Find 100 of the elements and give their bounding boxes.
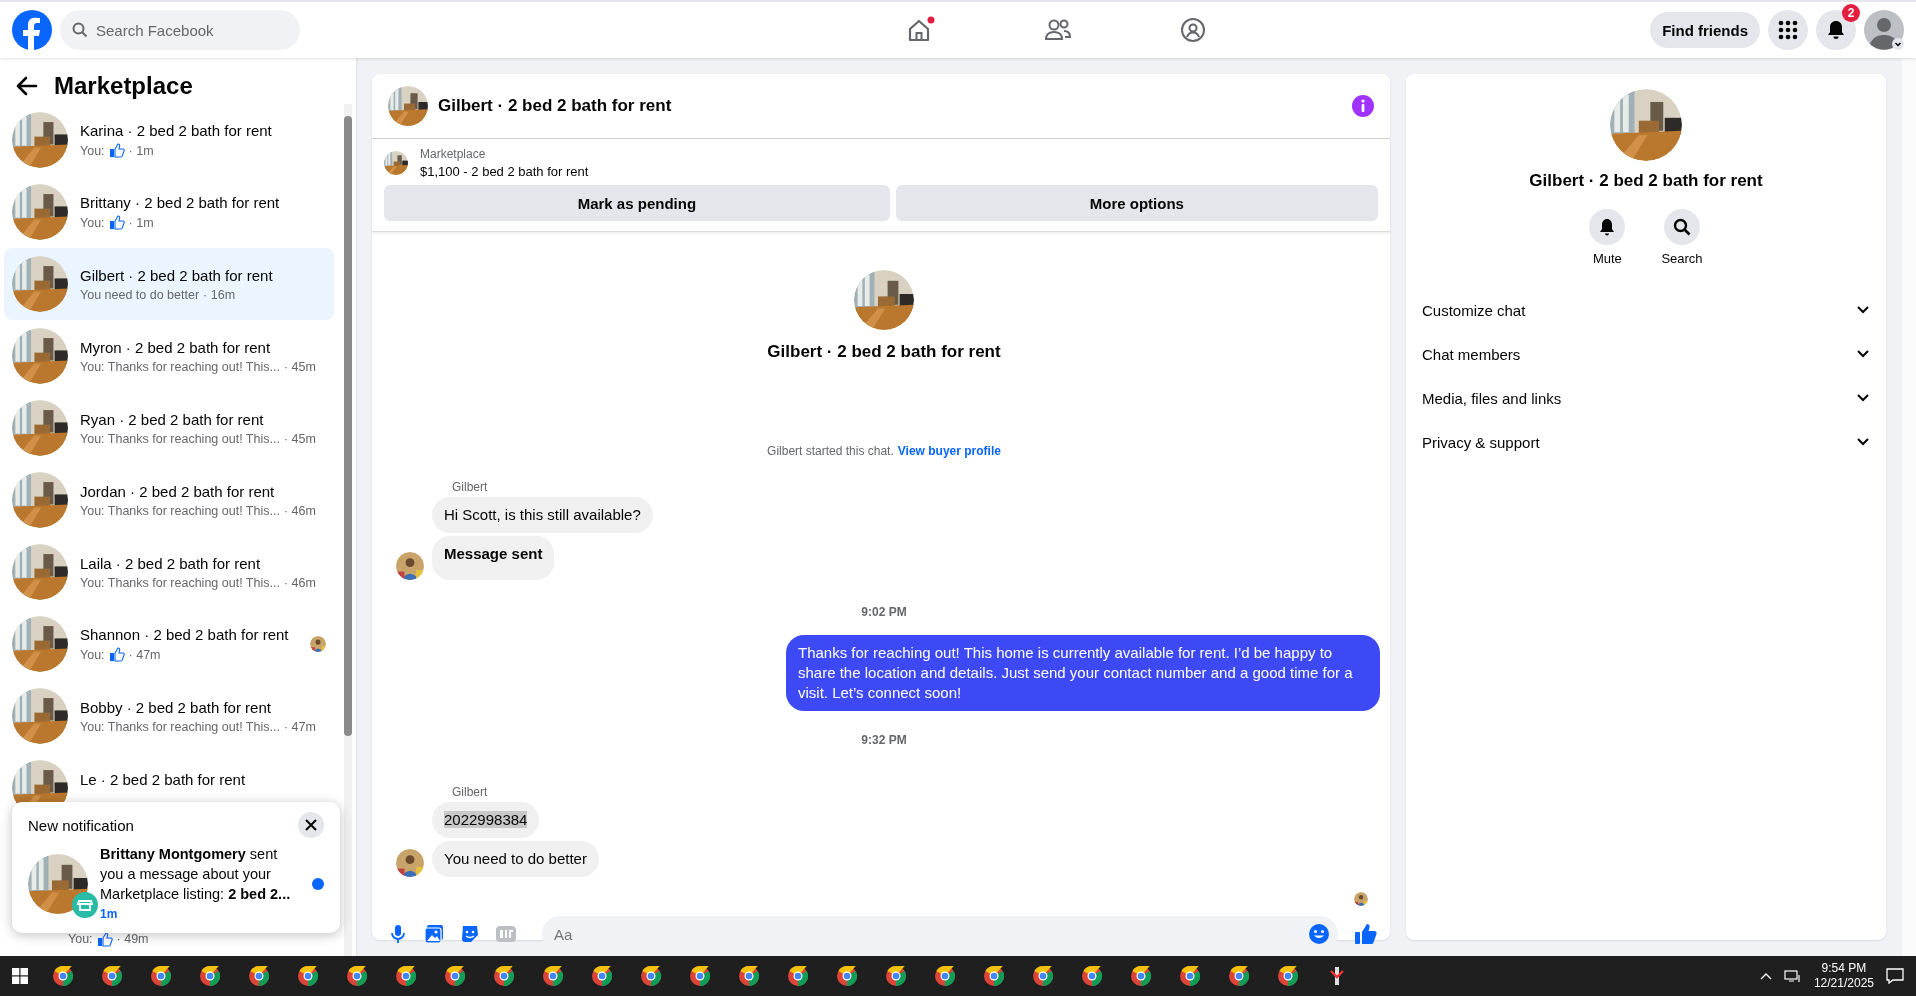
notification-card[interactable]: New notification Brittany Montgomery sent you a message about your Marketplace listing: 2 bed 2... 1m (12, 802, 340, 933)
message-preview: You: (80, 647, 105, 662)
notifications-button[interactable] (1816, 10, 1856, 50)
browser-icon[interactable] (297, 965, 319, 987)
menu-button[interactable] (1768, 10, 1808, 50)
message-preview: You: (80, 215, 105, 230)
notification-center-icon[interactable] (1886, 968, 1904, 984)
section-row[interactable]: Privacy & support (1422, 420, 1870, 464)
home-icon[interactable] (906, 16, 937, 44)
mute-button[interactable] (1589, 209, 1626, 245)
conversation-item[interactable]: Karina · 2 bed 2 bath for rent You: · 1m (4, 104, 334, 176)
conversation-name: Myron · 2 bed 2 bath for rent (80, 338, 272, 356)
section-row[interactable]: Media, files and links (1422, 376, 1870, 420)
browser-icon[interactable] (738, 965, 760, 987)
message-preview: You: Thanks for reaching out! This... (80, 359, 280, 374)
browser-icon[interactable] (640, 965, 662, 987)
close-icon (305, 819, 317, 831)
sticker-icon[interactable] (460, 924, 480, 944)
conversation-item[interactable]: Myron · 2 bed 2 bath for rent You: Thanks for reaching out! This... · 45m (4, 320, 334, 392)
chat-title: Gilbert · 2 bed 2 bath for rent (438, 96, 673, 116)
bell-icon (1826, 20, 1846, 40)
section-label: Chat members (1422, 345, 1521, 363)
back-arrow-icon[interactable] (16, 76, 38, 96)
conversation-item[interactable]: Shannon · 2 bed 2 bath for rent You: · 47m (4, 608, 334, 680)
clock-time: 9:54 PM (1821, 961, 1867, 976)
image-icon[interactable] (424, 924, 444, 944)
browser-icon[interactable] (787, 965, 809, 987)
listing-action-button[interactable]: More options (895, 185, 1378, 221)
caret-up-icon[interactable] (1759, 972, 1772, 980)
info-icon[interactable] (1352, 95, 1374, 117)
conversation-name: Jordan · 2 bed 2 bath for rent (80, 482, 276, 500)
profile-avatar-icon[interactable] (1864, 10, 1904, 50)
friends-icon[interactable] (1044, 17, 1073, 43)
browser-icon[interactable] (150, 965, 172, 987)
browser-icon[interactable] (101, 965, 123, 987)
browser-icon[interactable] (346, 965, 368, 987)
close-button[interactable] (298, 812, 324, 838)
conversation-item[interactable]: Ryan · 2 bed 2 bath for rent You: Thanks for reaching out! This... · 45m (4, 392, 334, 464)
thumbs-up-icon (108, 647, 125, 662)
browser-icon[interactable] (1081, 965, 1103, 987)
network-icon[interactable] (1783, 969, 1802, 983)
conversation-item[interactable]: Gilbert · 2 bed 2 bath for rent You need to do better · 16m (4, 248, 334, 320)
find-friends-button[interactable]: Find friends (1650, 12, 1760, 48)
message-time: · 49m (116, 932, 149, 946)
thumbs-up-icon[interactable] (1354, 923, 1378, 945)
conversation-item[interactable]: You: · 49m (4, 930, 334, 948)
browser-icon[interactable] (1130, 965, 1152, 987)
browser-icon[interactable] (1032, 965, 1054, 987)
groups-icon[interactable] (1180, 17, 1207, 43)
browser-icon[interactable] (983, 965, 1005, 987)
action-label: Mute (1592, 251, 1622, 266)
facebook-logo-icon[interactable] (12, 10, 52, 50)
windows-start-icon[interactable] (12, 968, 28, 984)
emoji-icon[interactable] (1308, 923, 1330, 945)
browser-icon[interactable] (493, 965, 515, 987)
browser-icon[interactable] (199, 965, 221, 987)
search-button[interactable] (1664, 209, 1700, 245)
message-preview: You need to do better (80, 287, 200, 302)
conversation-name: Shannon · 2 bed 2 bath for rent (80, 626, 290, 643)
section-label: Customize chat (1422, 301, 1526, 319)
timestamp: 9:32 PM (860, 733, 908, 747)
search-field[interactable]: Search Facebook (60, 10, 300, 50)
browser-icon[interactable] (934, 965, 956, 987)
browser-icon[interactable] (395, 965, 417, 987)
browser-icon[interactable] (248, 965, 270, 987)
conversation-item[interactable]: Jordan · 2 bed 2 bath for rent You: Thanks for reaching out! This... · 46m (4, 464, 334, 536)
conversation-item[interactable]: Brittany · 2 bed 2 bath for rent You: · 1m (4, 176, 334, 248)
grid-icon (1778, 20, 1798, 40)
message-time: · 45m (283, 431, 316, 446)
conversation-name: Karina · 2 bed 2 bath for rent (80, 122, 273, 139)
browser-icon[interactable] (52, 965, 74, 987)
browser-icon[interactable] (689, 965, 711, 987)
browser-icon[interactable] (1228, 965, 1250, 987)
browser-icon[interactable] (836, 965, 858, 987)
view-buyer-profile-link[interactable]: View buyer profile (897, 444, 1001, 458)
message-bubble: 2022998384 (432, 802, 540, 838)
conversation-title: Gilbert · 2 bed 2 bath for rent (767, 342, 1001, 362)
conversation-item[interactable]: Bobby · 2 bed 2 bath for rent You: Thanks for reaching out! This... · 47m (4, 680, 334, 752)
message-bubble: Hi Scott, is this still available? (432, 497, 653, 533)
bell-icon (1598, 218, 1617, 236)
conversation-item[interactable]: Laila · 2 bed 2 bath for rent You: Thanks for reaching out! This... · 46m (4, 536, 334, 608)
section-row[interactable]: Customize chat (1422, 288, 1870, 332)
message-preview: You: Thanks for reaching out! This... (80, 575, 280, 590)
section-row[interactable]: Chat members (1422, 332, 1870, 376)
section-label: Privacy & support (1422, 433, 1540, 451)
listing-action-button[interactable]: Mark as pending (384, 185, 890, 221)
browser-icon[interactable] (1277, 965, 1299, 987)
browser-icon[interactable] (444, 965, 466, 987)
clock-date: 12/21/2025 (1813, 976, 1874, 991)
thumbs-up-icon (108, 215, 125, 230)
browser-icon[interactable] (542, 965, 564, 987)
browser-icon[interactable] (1179, 965, 1201, 987)
listing-label: Marketplace (420, 147, 487, 161)
message-preview: You: (68, 932, 93, 946)
browser-icon[interactable] (885, 965, 907, 987)
search-icon (72, 22, 88, 38)
browser-icon[interactable] (591, 965, 613, 987)
sender-name: Gilbert (452, 785, 489, 799)
message-time: · 16m (203, 287, 236, 302)
microphone-icon[interactable] (388, 924, 408, 944)
